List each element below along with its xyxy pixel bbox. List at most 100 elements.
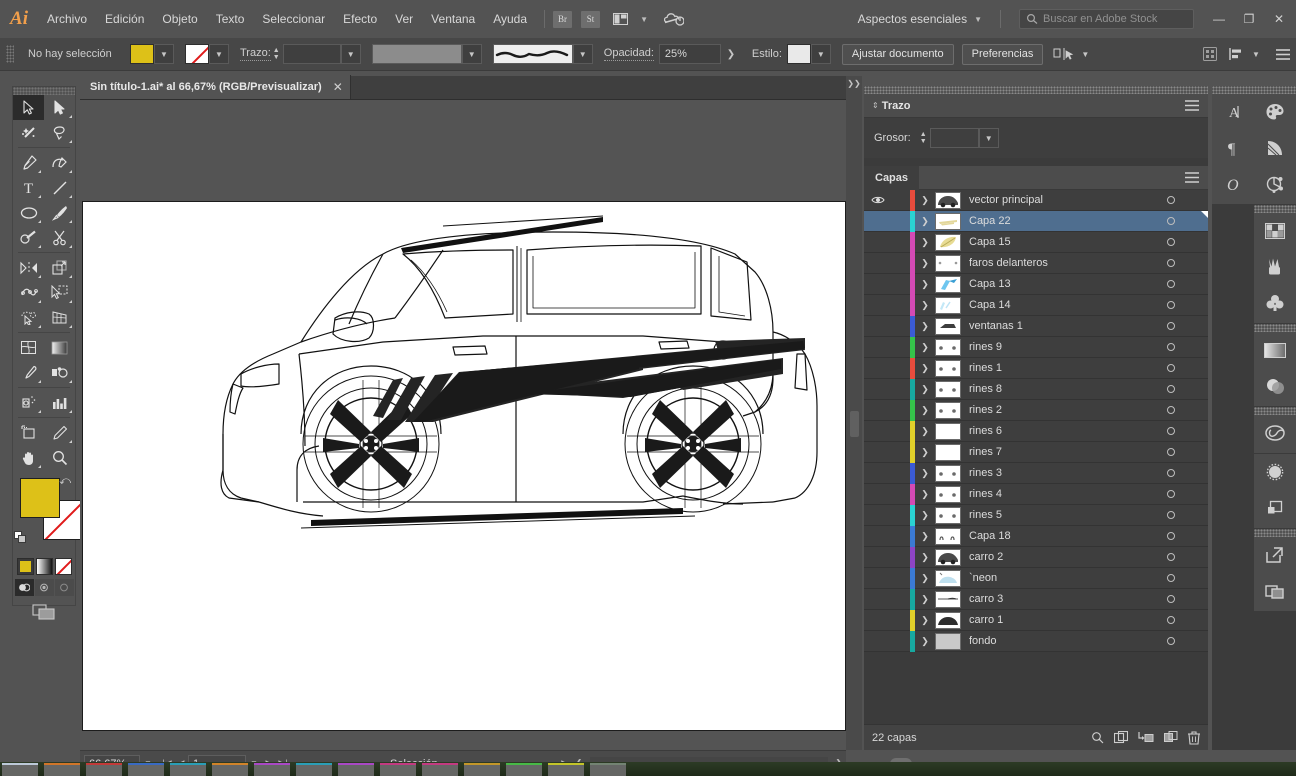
mesh-tool[interactable]: [13, 335, 44, 360]
taskbar-item[interactable]: [380, 763, 416, 776]
menu-efecto[interactable]: Efecto: [334, 0, 386, 38]
menu-ayuda[interactable]: Ayuda: [484, 0, 536, 38]
target-indicator-icon[interactable]: [1167, 511, 1175, 519]
taskbar-item[interactable]: [44, 763, 80, 776]
expand-layer-chevron-icon[interactable]: ❯: [915, 237, 935, 248]
workspace-switcher[interactable]: Aspectos esenciales ▼: [848, 12, 992, 26]
layer-target-column[interactable]: [1148, 280, 1194, 288]
taskbar-item[interactable]: [464, 763, 500, 776]
ellipse-tool[interactable]: [13, 200, 44, 225]
layer-row[interactable]: ❯ rines 5: [864, 504, 1208, 526]
stroke-weight-panel-field[interactable]: [929, 128, 979, 148]
layer-target-column[interactable]: [1148, 322, 1194, 330]
layer-target-column[interactable]: [1148, 301, 1194, 309]
windows-taskbar[interactable]: [0, 762, 1296, 776]
menu-texto[interactable]: Texto: [207, 0, 254, 38]
target-indicator-icon[interactable]: [1167, 427, 1175, 435]
default-fill-stroke-icon[interactable]: [14, 531, 27, 544]
change-screen-mode-button[interactable]: [13, 604, 75, 620]
layer-target-column[interactable]: [1148, 511, 1194, 519]
layer-name-label[interactable]: Capa 14: [969, 299, 1148, 311]
icon-dock-right-grip[interactable]: [1254, 86, 1296, 94]
target-indicator-icon[interactable]: [1167, 238, 1175, 246]
opacity-expand-icon[interactable]: ❯: [721, 44, 741, 64]
layer-row[interactable]: ❯ rines 3: [864, 462, 1208, 484]
eyedropper-tool[interactable]: [13, 360, 44, 385]
expand-layer-chevron-icon[interactable]: ❯: [915, 405, 935, 416]
icon-dock-grip-3[interactable]: [1254, 324, 1296, 332]
target-indicator-icon[interactable]: [1167, 532, 1175, 540]
target-indicator-icon[interactable]: [1167, 217, 1175, 225]
layer-row[interactable]: ❯ faros delanteros: [864, 252, 1208, 274]
curvature-tool[interactable]: [44, 150, 75, 175]
align-to-selection-icon[interactable]: [1053, 46, 1075, 62]
magic-wand-tool[interactable]: [13, 120, 44, 145]
taskbar-item[interactable]: [254, 763, 290, 776]
icon-dock-grip-5[interactable]: [1254, 529, 1296, 537]
layer-name-label[interactable]: carro 1: [969, 614, 1148, 626]
expand-layer-chevron-icon[interactable]: ❯: [915, 510, 935, 521]
fill-color-box[interactable]: [20, 478, 60, 518]
target-indicator-icon[interactable]: [1167, 448, 1175, 456]
delete-selection-icon[interactable]: [1188, 730, 1200, 745]
icon-dock-grip-2[interactable]: [1254, 205, 1296, 213]
expand-layer-chevron-icon[interactable]: ❯: [915, 636, 935, 647]
target-indicator-icon[interactable]: [1167, 280, 1175, 288]
panel-dock-grip[interactable]: [864, 86, 1208, 94]
icon-dock-grip-4[interactable]: [1254, 407, 1296, 415]
brush-dropdown[interactable]: ▼: [572, 44, 593, 64]
none-swatch-button[interactable]: [54, 558, 72, 575]
brush-definition-preview[interactable]: [492, 44, 573, 64]
layer-target-column[interactable]: [1148, 532, 1194, 540]
brushes-panel-icon[interactable]: [1254, 249, 1296, 285]
expand-layer-chevron-icon[interactable]: ❯: [915, 573, 935, 584]
stroke-weight-dropdown[interactable]: ▼: [340, 44, 361, 64]
panel-collapse-strip[interactable]: ❯❯: [846, 76, 862, 750]
layer-name-label[interactable]: rines 1: [969, 362, 1148, 374]
draw-normal-button[interactable]: [14, 579, 34, 596]
layer-row[interactable]: ❯ carro 2: [864, 546, 1208, 568]
free-transform-tool[interactable]: [44, 280, 75, 305]
layer-target-column[interactable]: [1148, 238, 1194, 246]
target-indicator-icon[interactable]: [1167, 364, 1175, 372]
expand-layer-chevron-icon[interactable]: ❯: [915, 489, 935, 500]
stroke-weight-panel-stepper[interactable]: ▲ ▼: [918, 131, 929, 145]
preferences-button[interactable]: Preferencias: [961, 43, 1044, 65]
paintbrush-tool[interactable]: [44, 200, 75, 225]
layer-row[interactable]: ❯ rines 8: [864, 378, 1208, 400]
layer-target-column[interactable]: [1148, 217, 1194, 225]
layer-name-label[interactable]: rines 2: [969, 404, 1148, 416]
visibility-eye-icon[interactable]: [864, 195, 891, 205]
scale-tool[interactable]: [44, 255, 75, 280]
layer-target-column[interactable]: [1148, 427, 1194, 435]
adobe-stock-search[interactable]: Buscar en Adobe Stock: [1019, 9, 1194, 29]
bridge-button[interactable]: Br: [553, 10, 573, 28]
menu-objeto[interactable]: Objeto: [153, 0, 206, 38]
target-indicator-icon[interactable]: [1167, 259, 1175, 267]
artboard[interactable]: [82, 201, 846, 731]
target-indicator-icon[interactable]: [1167, 490, 1175, 498]
panel-drag-handle[interactable]: [850, 411, 859, 437]
direct-selection-tool[interactable]: [44, 95, 75, 120]
expand-layer-chevron-icon[interactable]: ❯: [915, 615, 935, 626]
layer-target-column[interactable]: [1148, 574, 1194, 582]
cloud-sync-icon[interactable]: [663, 8, 685, 30]
pen-tool[interactable]: [13, 150, 44, 175]
target-indicator-icon[interactable]: [1167, 553, 1175, 561]
expand-layer-chevron-icon[interactable]: ❯: [915, 321, 935, 332]
layer-name-label[interactable]: ventanas 1: [969, 320, 1148, 332]
layer-row[interactable]: ❯ fondo: [864, 630, 1208, 652]
draw-behind-button[interactable]: [34, 579, 54, 596]
layer-target-column[interactable]: [1148, 259, 1194, 267]
locate-object-icon[interactable]: [1091, 731, 1104, 744]
zoom-tool[interactable]: [44, 445, 75, 470]
layer-target-column[interactable]: [1148, 595, 1194, 603]
artboards-panel-icon[interactable]: [1254, 573, 1296, 609]
canvas-area[interactable]: [80, 100, 846, 750]
taskbar-item[interactable]: [338, 763, 374, 776]
expand-layer-chevron-icon[interactable]: ❯: [915, 279, 935, 290]
layers-panel-menu-icon[interactable]: [1176, 172, 1208, 183]
document-tab[interactable]: Sin título-1.ai* al 66,67% (RGB/Previsua…: [80, 75, 351, 99]
line-segment-tool[interactable]: [44, 175, 75, 200]
layer-row[interactable]: ❯ Capa 13: [864, 273, 1208, 295]
